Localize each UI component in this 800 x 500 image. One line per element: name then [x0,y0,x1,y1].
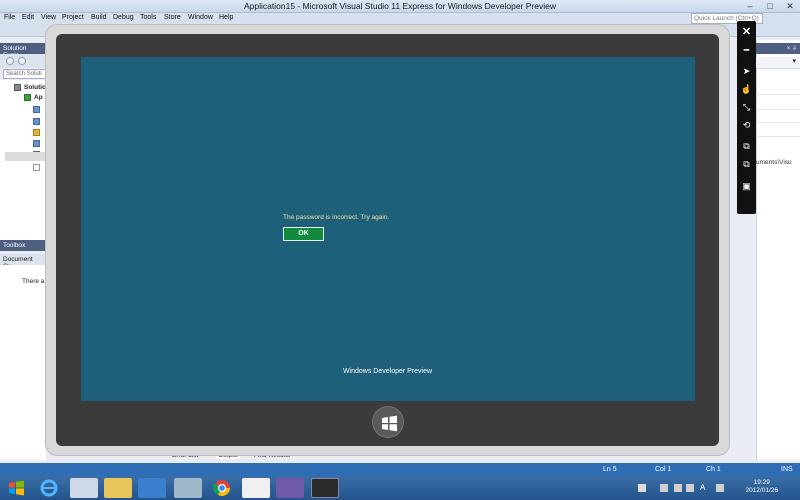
status-column: Col 1 [655,466,672,473]
simulator-icon[interactable] [311,478,339,498]
maximize-button[interactable]: □ [760,0,780,13]
rotate-icon[interactable]: ⟲ [737,117,756,133]
menu-view[interactable]: View [41,14,56,21]
status-bar: Ln 5 Col 1 Ch 1 INS [0,463,800,476]
rotate-counterclockwise-icon[interactable]: ⧉ [737,156,756,172]
properties-header[interactable]: × ⇩ [756,43,800,54]
system-tray: A 19:29 2012/01/26 [630,476,800,500]
solution-explorer-header[interactable]: Solution Explo [0,43,46,59]
divider [756,94,800,95]
toolbox-tab[interactable]: Toolbox [0,240,46,251]
file-icon [33,140,40,147]
ok-button[interactable]: OK [283,227,324,241]
clock[interactable]: 19:29 2012/01/26 [745,479,778,495]
resolution-icon[interactable]: ▣ [737,178,756,194]
windows-developer-preview-label: Windows Developer Preview [342,368,433,375]
tablet-icon[interactable] [138,478,166,498]
menu-store[interactable]: Store [164,14,181,21]
network-status-icon[interactable] [674,484,682,492]
document-outline-header[interactable]: Document Ou [0,254,46,270]
file-icon [33,164,40,171]
simulator-screen[interactable] [81,57,695,401]
project-icon [24,94,31,101]
menu-project[interactable]: Project [62,14,84,21]
menu-debug[interactable]: Debug [113,14,134,21]
menu-file[interactable]: File [4,14,15,21]
clock-time: 19:29 [753,479,770,486]
properties-panel [756,40,800,460]
tree-selection [5,152,46,161]
clock-date: 2012/01/26 [745,487,778,494]
tree-item[interactable] [0,117,46,127]
solution-explorer-toolbar [0,54,46,68]
pointer-icon[interactable]: ➤ [737,63,756,79]
menu-tools[interactable]: Tools [140,14,156,21]
explorer-icon[interactable] [104,478,132,498]
vs-icon[interactable] [276,478,304,498]
divider [756,122,800,123]
tree-item[interactable] [0,139,46,149]
document-outline-text: There a [22,278,45,285]
menu-help[interactable]: Help [219,14,233,21]
divider [756,109,800,110]
ime-options-icon[interactable] [716,484,724,492]
status-line: Ln 5 [603,466,617,473]
media-icon[interactable] [174,478,202,498]
divider [756,136,800,137]
title-bar: Application15 - Microsoft Visual Studio … [0,0,800,13]
properties-dropdown[interactable]: ▾ [756,57,800,69]
flag-icon[interactable] [660,484,668,492]
forward-icon[interactable] [18,57,26,65]
paint-icon[interactable] [242,478,270,498]
properties-path: uments\Visu [756,159,792,166]
window-title: Application15 - Microsoft Visual Studio … [244,1,556,11]
status-char: Ch 1 [706,466,721,473]
tree-item-label: Ap [34,94,43,101]
window-controls: – □ ✕ [740,0,800,13]
tree-item[interactable] [0,105,46,115]
touch-icon[interactable]: ☝ [737,81,756,97]
folder-icon [33,129,40,136]
ie-icon[interactable] [37,478,61,498]
solution-search-input[interactable]: Search Soluti [3,69,46,79]
simulator-toolbar: ✕ ━ ➤ ☝ ⤡ ⟲ ⧉ ⧉ ▣ [737,21,756,214]
tree-item-project[interactable]: Ap [0,93,46,103]
pinch-zoom-icon[interactable]: ⤡ [737,99,756,115]
tree-item[interactable] [0,163,46,173]
windows-button[interactable] [372,406,404,438]
status-insert-mode: INS [781,466,793,473]
volume-icon[interactable] [686,484,694,492]
rotate-clockwise-icon[interactable]: ⧉ [737,138,756,154]
document-outline-panel [0,265,46,460]
taskbar: A 19:29 2012/01/26 [0,476,800,500]
menu-window[interactable]: Window [188,14,213,21]
dialog-message: The password is incorrect. Try again. [283,214,390,221]
close-icon[interactable]: ✕ [737,24,756,40]
menu-edit[interactable]: Edit [22,14,34,21]
tree-item-label: Solutio [24,84,47,91]
menu-build[interactable]: Build [91,14,107,21]
ime-indicator[interactable]: A [700,483,705,492]
tree-item-solution[interactable]: Solutio [0,83,46,93]
keyboard-icon[interactable] [638,484,646,492]
close-button[interactable]: ✕ [780,0,800,13]
minimize-button[interactable]: – [740,0,760,13]
start-icon[interactable] [4,478,30,498]
folder-icon [33,106,40,113]
folder-icon [33,118,40,125]
solution-icon [14,84,21,91]
minimize-icon[interactable]: ━ [737,42,756,58]
chrome-icon[interactable] [208,478,236,498]
windows-logo-icon [382,415,397,432]
network-icon[interactable] [70,478,98,498]
back-icon[interactable] [6,57,14,65]
tree-item[interactable] [0,128,46,138]
